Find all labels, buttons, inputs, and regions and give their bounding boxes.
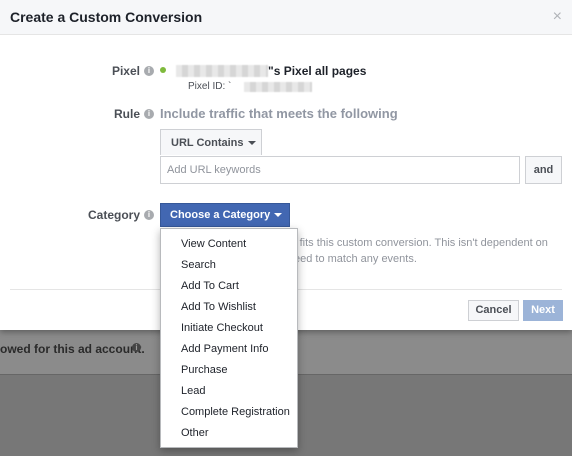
info-icon[interactable]: i [144, 66, 154, 76]
menu-item-add-payment-info[interactable]: Add Payment Info [161, 339, 297, 360]
rule-label: Rule [113, 107, 140, 121]
menu-item-complete-registration[interactable]: Complete Registration [161, 402, 297, 423]
choose-category-label: Choose a Category [170, 209, 271, 221]
cancel-button[interactable]: Cancel [468, 300, 519, 321]
url-condition-dropdown[interactable]: URL Contains [160, 129, 262, 155]
category-hint-line-1: st fits this custom conversion. This isn… [288, 237, 548, 249]
rule-description: Include traffic that meets the following [160, 106, 398, 121]
menu-item-lead[interactable]: Lead [161, 381, 297, 402]
dialog-header: Create a Custom Conversion × [0, 0, 572, 35]
category-menu: View Content Search Add To Cart Add To W… [160, 228, 298, 448]
pixel-name: "s Pixel all pages [268, 64, 367, 78]
url-keywords-placeholder: Add URL keywords [167, 164, 261, 176]
menu-item-purchase[interactable]: Purchase [161, 360, 297, 381]
redacted-pixel-owner [176, 65, 268, 77]
chevron-down-icon [274, 213, 283, 218]
menu-item-add-to-cart[interactable]: Add To Cart [161, 276, 297, 297]
info-icon[interactable]: i [144, 210, 154, 220]
choose-category-button[interactable]: Choose a Category [160, 203, 290, 227]
category-label: Category [87, 208, 140, 222]
chevron-down-icon [247, 141, 256, 146]
category-hint-line-2: eed to match any events. [294, 253, 417, 265]
next-button[interactable]: Next [523, 300, 563, 321]
menu-item-view-content[interactable]: View Content [161, 234, 297, 255]
menu-item-search[interactable]: Search [161, 255, 297, 276]
url-keywords-input[interactable]: Add URL keywords [160, 156, 520, 184]
pixel-label: Pixel [111, 64, 140, 78]
pixel-id: Pixel ID: ` [188, 81, 232, 92]
background-notice: owed for this ad account. [0, 342, 145, 356]
info-icon: i [132, 343, 141, 352]
info-icon[interactable]: i [144, 109, 154, 119]
url-condition-label: URL Contains [171, 137, 244, 149]
menu-item-other[interactable]: Other [161, 423, 297, 444]
and-button[interactable]: and [525, 156, 562, 184]
redacted-pixel-id [244, 82, 312, 92]
pixel-status-dot [160, 67, 166, 73]
close-icon[interactable]: × [553, 8, 562, 26]
menu-item-add-to-wishlist[interactable]: Add To Wishlist [161, 297, 297, 318]
menu-item-initiate-checkout[interactable]: Initiate Checkout [161, 318, 297, 339]
dialog-title: Create a Custom Conversion [10, 9, 203, 25]
